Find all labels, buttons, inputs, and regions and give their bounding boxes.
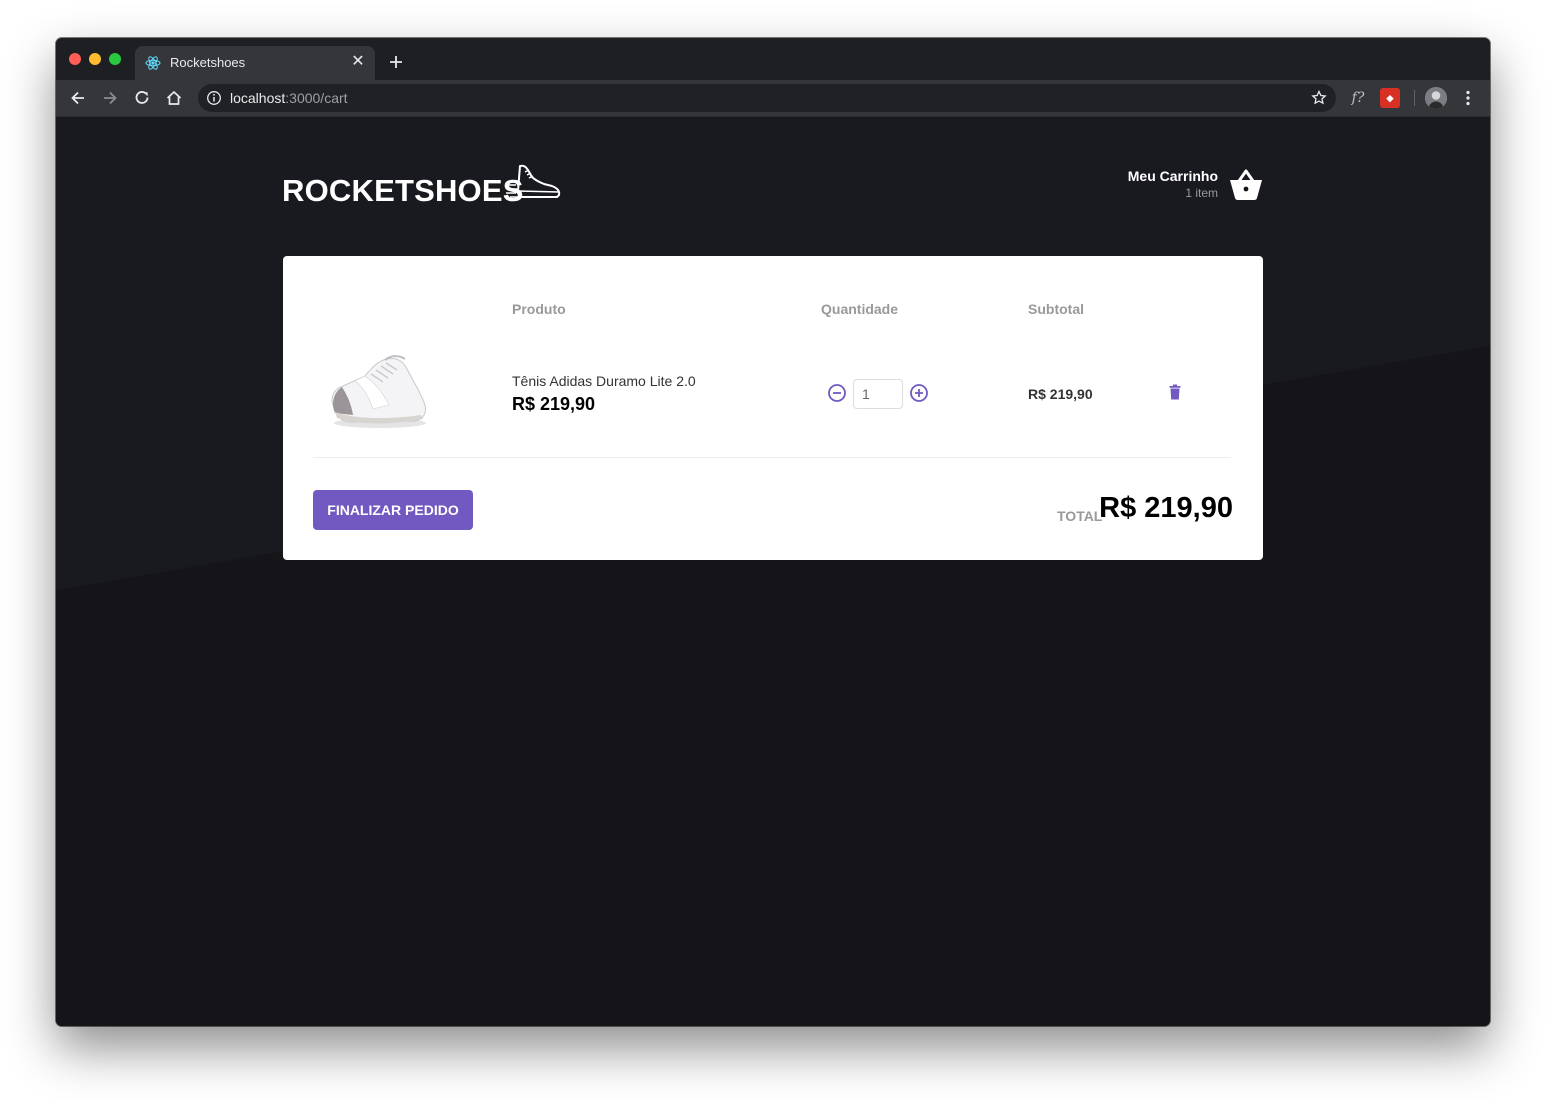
profile-avatar[interactable] [1425,87,1447,109]
column-header-product: Produto [512,301,566,317]
new-tab-icon[interactable] [386,52,406,72]
user-icon [1425,87,1447,109]
cart-link[interactable]: Meu Carrinho 1 item [1128,167,1264,201]
cart-item-count: 1 item [1185,186,1218,200]
total-label: TOTAL [1057,508,1103,524]
url-text: localhost:3000/cart [230,90,348,106]
address-bar[interactable]: localhost:3000/cart [198,84,1336,112]
cart-container: Produto Quantidade Subtotal Tênis Adidas… [283,256,1263,560]
info-icon[interactable] [206,90,222,106]
browser-tab[interactable]: Rocketshoes ✕ [135,46,375,80]
bookmark-star-icon[interactable] [1310,89,1328,107]
cart-title: Meu Carrinho [1127,168,1218,184]
total-value: R$ 219,90 [1099,492,1233,524]
product-price: R$ 219,90 [512,394,596,414]
logo-text[interactable]: ROCKETSHOES [282,173,524,209]
tab-title: Rocketshoes [170,55,246,70]
cart-summary: Meu Carrinho 1 item [1128,168,1218,200]
home-icon[interactable] [164,88,184,108]
row-divider [313,457,1231,458]
plus-circle-icon [910,384,928,402]
page-content: ROCKETSHOES Meu Carrinho 1 item Produto … [56,117,1490,1026]
reload-icon[interactable] [132,88,152,108]
quantity-input[interactable] [853,379,903,409]
react-icon [145,56,161,70]
column-header-quantity: Quantidade [821,301,899,317]
increment-quantity-button[interactable] [909,383,929,403]
browser-toolbar: localhost:3000/cart f? ◆ [56,80,1490,117]
trash-icon [1169,384,1181,400]
back-arrow-icon[interactable] [68,88,88,108]
background-diagonal [56,117,1490,590]
checkout-button[interactable]: FINALIZAR PEDIDO [313,490,473,530]
decrement-quantity-button[interactable] [827,383,847,403]
forward-arrow-icon[interactable] [100,88,120,108]
delete-item-button[interactable] [1165,382,1185,402]
product-title: Tênis Adidas Duramo Lite 2.0 [512,373,696,389]
more-vert-icon[interactable] [1458,88,1478,108]
column-header-subtotal: Subtotal [1028,301,1084,317]
close-tab-icon[interactable]: ✕ [349,53,367,71]
red-extension-icon[interactable]: ◆ [1380,88,1400,108]
minus-circle-icon [828,384,846,402]
product-image [331,355,426,428]
close-window-button[interactable] [69,53,81,65]
shopping-basket-icon [1230,169,1262,200]
title-bar: Rocketshoes ✕ [56,38,1490,80]
fx-extension-icon[interactable]: f? [1348,88,1368,108]
minimize-window-button[interactable] [89,53,101,65]
browser-window: Rocketshoes ✕ localhost:3000/cart f? ◆ R… [56,38,1490,1026]
item-subtotal: R$ 219,90 [1028,386,1093,402]
toolbar-separator [1414,90,1415,106]
running-shoe-icon [506,164,561,198]
maximize-window-button[interactable] [109,53,121,65]
